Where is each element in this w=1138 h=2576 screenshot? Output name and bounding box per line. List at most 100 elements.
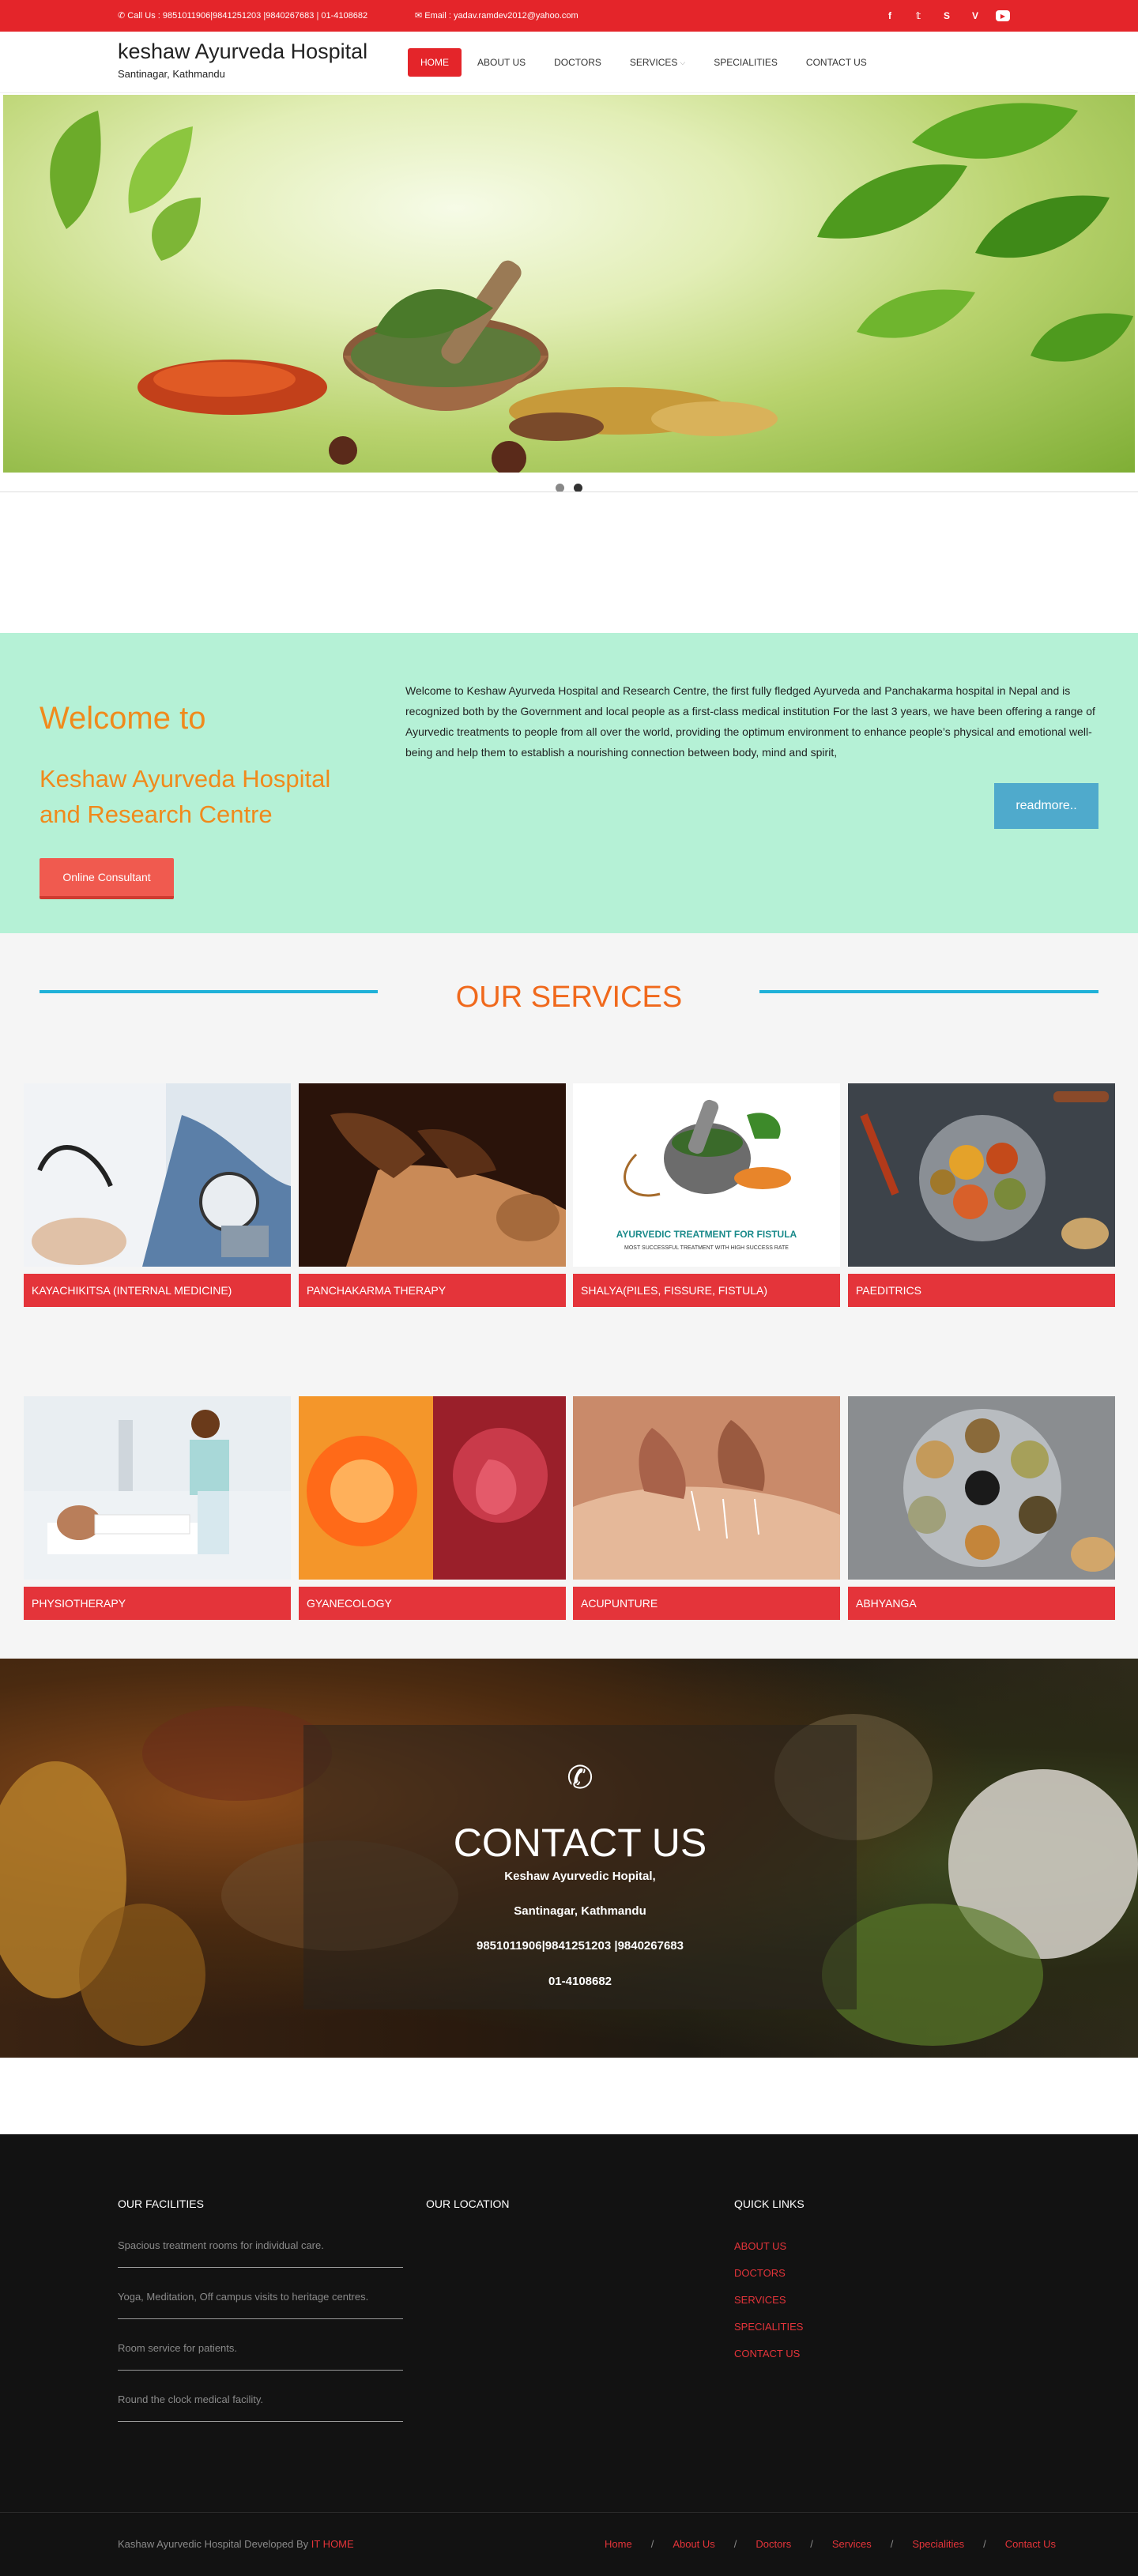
call-text: Call Us : 9851011906|9841251203 |9840267… (127, 11, 368, 21)
welcome-heading: Welcome to (40, 701, 206, 736)
nav-about[interactable]: ABOUT US (465, 48, 538, 77)
bottom-bar: Kashaw Ayurvedic Hospital Developed By I… (0, 2512, 1138, 2576)
nav-contact[interactable]: CONTACT US (793, 48, 880, 77)
service-label: PANCHAKARMA THERAPY (299, 1274, 566, 1307)
email-label: Email : (424, 11, 451, 21)
service-card[interactable]: PAEDITRICS (848, 1083, 1115, 1307)
footer-link-contact[interactable]: CONTACT US (734, 2348, 800, 2359)
service-image (24, 1396, 291, 1580)
contact-phones: 9851011906|9841251203 |9840267683 (476, 1939, 684, 1953)
facility-item: Room service for patients. (118, 2342, 238, 2354)
service-label: GYANECOLOGY (299, 1587, 566, 1620)
service-label: ABHYANGA (848, 1587, 1115, 1620)
separator: / (650, 2538, 654, 2550)
divider (0, 491, 1138, 492)
credit-text: Kashaw Ayurvedic Hospital Developed By (118, 2538, 309, 2550)
youtube-icon[interactable]: ▶ (996, 10, 1010, 21)
quick-links-title: QUICK LINKS (734, 2198, 805, 2210)
footer-link-services[interactable]: SERVICES (734, 2294, 786, 2306)
service-image (299, 1396, 566, 1580)
envelope-icon: ✉ (415, 11, 423, 21)
chevron-down-icon: ⌵ (680, 58, 686, 66)
nav-specialities[interactable]: SPECIALITIES (701, 48, 790, 77)
divider (118, 2370, 403, 2371)
location-title: OUR LOCATION (426, 2198, 510, 2210)
online-consultant-button[interactable]: Online Consultant (40, 858, 174, 899)
bottom-link-doctors[interactable]: Doctors (756, 2538, 791, 2550)
divider-right (759, 990, 1098, 993)
separator: / (733, 2538, 737, 2550)
service-card[interactable]: PHYSIOTHERAPY (24, 1396, 291, 1620)
twitter-icon[interactable]: 𝕥 (910, 8, 926, 24)
fistula-sub: MOST SUCCESSFUL TREATMENT WITH HIGH SUCC… (624, 1245, 789, 1251)
service-image (848, 1396, 1115, 1580)
divider (118, 2421, 403, 2422)
service-card[interactable]: ABHYANGA (848, 1396, 1115, 1620)
bottom-link-about[interactable]: About Us (673, 2538, 714, 2550)
developer-link[interactable]: IT HOME (311, 2538, 354, 2550)
nav-services[interactable]: SERVICES ⌵ (617, 48, 698, 77)
footer-link-specialities[interactable]: SPECIALITIES (734, 2321, 803, 2333)
facility-item: Spacious treatment rooms for individual … (118, 2239, 324, 2251)
service-card[interactable]: AYURVEDIC TREATMENT FOR FISTULA MOST SUC… (573, 1083, 840, 1307)
service-image (299, 1083, 566, 1267)
footer-link-doctors[interactable]: DOCTORS (734, 2267, 786, 2279)
email-address[interactable]: yadav.ramdev2012@yahoo.com (454, 11, 578, 21)
contact-landline: 01-4108682 (548, 1975, 612, 1988)
services-title: OUR SERVICES (455, 981, 683, 1014)
welcome-section: Welcome to Keshaw Ayurveda Hospital and … (0, 633, 1138, 933)
bottom-link-home[interactable]: Home (605, 2538, 632, 2550)
separator: / (983, 2538, 986, 2550)
contact-city: Santinagar, Kathmandu (514, 1904, 646, 1918)
welcome-text: Welcome to Keshaw Ayurveda Hospital and … (405, 684, 1095, 759)
social-links: f 𝕥 S V ▶ (882, 8, 1010, 24)
readmore-button[interactable]: readmore.. (994, 783, 1098, 829)
footer-link-about[interactable]: ABOUT US (734, 2240, 786, 2252)
service-image: AYURVEDIC TREATMENT FOR FISTULA MOST SUC… (573, 1083, 840, 1267)
phone-icon: ✆ (118, 11, 126, 21)
call-info: ✆ Call Us : 9851011906|9841251203 |98402… (118, 10, 367, 21)
bottom-link-services[interactable]: Services (832, 2538, 872, 2550)
facility-item: Yoga, Meditation, Off campus visits to h… (118, 2291, 369, 2303)
service-label: SHALYA(PILES, FISSURE, FISTULA) (573, 1274, 840, 1307)
bottom-link-specialities[interactable]: Specialities (912, 2538, 964, 2550)
contact-title: CONTACT US (453, 1821, 707, 1865)
service-image (24, 1083, 291, 1267)
bottom-nav: Home / About Us / Doctors / Services / S… (605, 2538, 1056, 2550)
divider (118, 2267, 403, 2268)
service-card[interactable]: PANCHAKARMA THERAPY (299, 1083, 566, 1307)
facilities-title: OUR FACILITIES (118, 2198, 204, 2210)
facility-item: Round the clock medical facility. (118, 2393, 264, 2405)
site-subtitle: Santinagar, Kathmandu (118, 68, 225, 80)
top-bar: ✆ Call Us : 9851011906|9841251203 |98402… (0, 0, 1138, 32)
welcome-subheading: Keshaw Ayurveda Hospital and Research Ce… (40, 765, 331, 828)
fistula-caption: AYURVEDIC TREATMENT FOR FISTULA (616, 1229, 797, 1240)
contact-section: ✆ CONTACT US Keshaw Ayurvedic Hopital, S… (0, 1659, 1138, 2058)
divider (118, 2318, 403, 2319)
site-footer: OUR FACILITIES OUR LOCATION QUICK LINKS … (0, 2134, 1138, 2512)
service-image (848, 1083, 1115, 1267)
bottom-link-contact[interactable]: Contact Us (1005, 2538, 1056, 2550)
service-card[interactable]: GYANECOLOGY (299, 1396, 566, 1620)
separator: / (810, 2538, 813, 2550)
hero-slider (0, 93, 1138, 633)
nav-doctors[interactable]: DOCTORS (541, 48, 614, 77)
service-image (573, 1396, 840, 1580)
service-label: ACUPUNTURE (573, 1587, 840, 1620)
contact-overlay: ✆ CONTACT US Keshaw Ayurvedic Hopital, S… (303, 1725, 857, 2009)
nav-home[interactable]: HOME (408, 48, 462, 77)
vimeo-icon[interactable]: V (967, 8, 983, 24)
credit: Kashaw Ayurvedic Hospital Developed By I… (118, 2538, 354, 2550)
contact-address: Keshaw Ayurvedic Hopital, (504, 1870, 656, 1883)
service-card[interactable]: ACUPUNTURE (573, 1396, 840, 1620)
phone-icon: ✆ (567, 1761, 593, 1795)
email-info: ✉ Email : yadav.ramdev2012@yahoo.com (415, 10, 578, 21)
service-label: PHYSIOTHERAPY (24, 1587, 291, 1620)
facebook-icon[interactable]: f (882, 8, 898, 24)
skype-icon[interactable]: S (939, 8, 955, 24)
nav-services-label: SERVICES (629, 57, 678, 68)
main-nav: HOME ABOUT US DOCTORS SERVICES ⌵ SPECIALI… (408, 48, 880, 77)
service-card[interactable]: KAYACHIKITSA (INTERNAL MEDICINE) (24, 1083, 291, 1307)
service-label: PAEDITRICS (848, 1274, 1115, 1307)
site-title[interactable]: keshaw Ayurveda Hospital (118, 40, 367, 64)
